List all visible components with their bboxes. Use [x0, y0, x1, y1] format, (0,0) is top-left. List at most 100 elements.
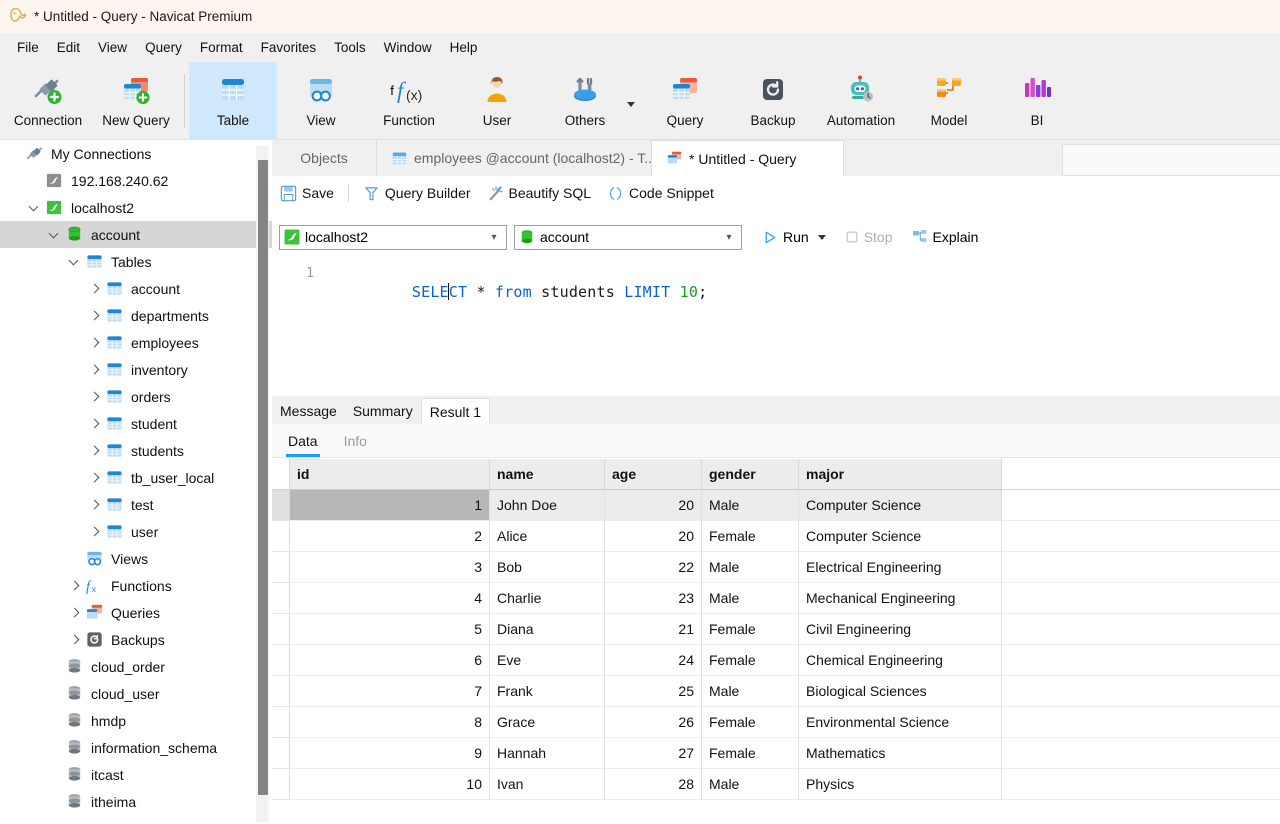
cell-name[interactable]: Charlie: [490, 583, 605, 614]
cell-age[interactable]: 26: [605, 707, 702, 738]
tree-item-user[interactable]: user: [0, 518, 272, 545]
cell-gender[interactable]: Female: [702, 738, 799, 769]
tree-item-inventory[interactable]: inventory: [0, 356, 272, 383]
cell-major[interactable]: Mechanical Engineering: [799, 583, 1002, 614]
cell-major[interactable]: Computer Science: [799, 521, 1002, 552]
tree-item-departments[interactable]: departments: [0, 302, 272, 329]
tree-item-backups[interactable]: Backups: [0, 626, 272, 653]
tree-item-localhost2[interactable]: localhost2: [0, 194, 272, 221]
table-row[interactable]: 1John Doe20MaleComputer Science: [272, 490, 1280, 521]
sql-text[interactable]: SELECT * from students LIMIT 10;: [338, 265, 707, 319]
tab-employees-table[interactable]: employees @account (localhost2) - T...: [377, 140, 652, 176]
cell-id[interactable]: 3: [290, 552, 490, 583]
tab-objects[interactable]: Objects: [272, 140, 377, 176]
toolbar-others-button[interactable]: Others: [541, 62, 629, 140]
chevron-down-icon[interactable]: [68, 255, 82, 269]
tree-item-my-connections[interactable]: My Connections: [0, 140, 272, 167]
cell-major[interactable]: Mathematics: [799, 738, 1002, 769]
tree-item-students[interactable]: students: [0, 437, 272, 464]
cell-gender[interactable]: Male: [702, 676, 799, 707]
table-row[interactable]: 10Ivan28MalePhysics: [272, 769, 1280, 800]
cell-gender[interactable]: Male: [702, 552, 799, 583]
cell-age[interactable]: 28: [605, 769, 702, 800]
cell-major[interactable]: Environmental Science: [799, 707, 1002, 738]
column-header-gender[interactable]: gender: [702, 459, 799, 490]
chevron-down-icon[interactable]: [627, 102, 635, 107]
chevron-right-icon[interactable]: [68, 606, 82, 620]
beautify-sql-button[interactable]: Beautify SQL: [479, 182, 600, 205]
row-header-cell[interactable]: [272, 769, 290, 800]
toolbar-automation-button[interactable]: Automation: [817, 62, 905, 140]
menu-favorites[interactable]: Favorites: [252, 37, 326, 58]
menu-query[interactable]: Query: [136, 37, 191, 58]
sidebar-scrollbar-thumb[interactable]: [258, 160, 268, 795]
chevron-right-icon[interactable]: [88, 390, 102, 404]
run-button[interactable]: Run: [757, 226, 832, 248]
row-header-cell[interactable]: [272, 676, 290, 707]
cell-gender[interactable]: Female: [702, 707, 799, 738]
tree-item-student[interactable]: student: [0, 410, 272, 437]
chevron-right-icon[interactable]: [88, 417, 102, 431]
cell-id[interactable]: 1: [290, 490, 490, 521]
cell-name[interactable]: Diana: [490, 614, 605, 645]
table-row[interactable]: 9Hannah27FemaleMathematics: [272, 738, 1280, 769]
save-button[interactable]: Save: [272, 182, 342, 205]
column-header-name[interactable]: name: [490, 459, 605, 490]
cell-id[interactable]: 8: [290, 707, 490, 738]
row-header-cell[interactable]: [272, 738, 290, 769]
toolbar-bi-button[interactable]: BI: [993, 62, 1081, 140]
cell-id[interactable]: 6: [290, 645, 490, 676]
sql-editor[interactable]: 1 SELECT * from students LIMIT 10;: [272, 256, 1280, 396]
tree-item-queries[interactable]: Queries: [0, 599, 272, 626]
chevron-right-icon[interactable]: [88, 444, 102, 458]
row-header-cell[interactable]: [272, 521, 290, 552]
cell-gender[interactable]: Female: [702, 521, 799, 552]
table-row[interactable]: 8Grace26FemaleEnvironmental Science: [272, 707, 1280, 738]
chevron-right-icon[interactable]: [88, 336, 102, 350]
cell-id[interactable]: 7: [290, 676, 490, 707]
cell-age[interactable]: 21: [605, 614, 702, 645]
menu-tools[interactable]: Tools: [325, 37, 375, 58]
menu-view[interactable]: View: [89, 37, 136, 58]
toolbar-function-button[interactable]: f f (x) Function: [365, 62, 453, 140]
column-header-major[interactable]: major: [799, 459, 1002, 490]
table-row[interactable]: 6Eve24FemaleChemical Engineering: [272, 645, 1280, 676]
chevron-right-icon[interactable]: [88, 525, 102, 539]
tree-item-orders[interactable]: orders: [0, 383, 272, 410]
tree-item-hmdp[interactable]: hmdp: [0, 707, 272, 734]
tree-item-cloud-order[interactable]: cloud_order: [0, 653, 272, 680]
row-header-cell[interactable]: [272, 707, 290, 738]
cell-age[interactable]: 20: [605, 490, 702, 521]
cell-id[interactable]: 4: [290, 583, 490, 614]
chevron-right-icon[interactable]: [68, 633, 82, 647]
cell-age[interactable]: 25: [605, 676, 702, 707]
tree-item-itcast[interactable]: itcast: [0, 761, 272, 788]
tree-item-tables[interactable]: Tables: [0, 248, 272, 275]
cell-major[interactable]: Electrical Engineering: [799, 552, 1002, 583]
menu-help[interactable]: Help: [441, 37, 487, 58]
result-tab-summary[interactable]: Summary: [345, 398, 421, 424]
row-header-cell[interactable]: [272, 490, 290, 521]
cell-id[interactable]: 9: [290, 738, 490, 769]
toolbar-connection-button[interactable]: Connection: [4, 62, 92, 140]
cell-id[interactable]: 2: [290, 521, 490, 552]
database-select[interactable]: account ▾: [514, 225, 742, 250]
toolbar-query-button[interactable]: Query: [641, 62, 729, 140]
connection-select[interactable]: localhost2 ▾: [279, 225, 507, 250]
chevron-right-icon[interactable]: [88, 498, 102, 512]
tree-item-192-168-240-62[interactable]: 192.168.240.62: [0, 167, 272, 194]
tree-item-test[interactable]: test: [0, 491, 272, 518]
result-tab-message[interactable]: Message: [272, 398, 345, 424]
chevron-right-icon[interactable]: [88, 471, 102, 485]
chevron-down-icon[interactable]: [818, 235, 826, 240]
toolbar-table-button[interactable]: Table: [189, 62, 277, 140]
chevron-down-icon[interactable]: [28, 201, 42, 215]
column-header-age[interactable]: age: [605, 459, 702, 490]
table-row[interactable]: 3Bob22MaleElectrical Engineering: [272, 552, 1280, 583]
chevron-right-icon[interactable]: [88, 282, 102, 296]
toolbar-view-button[interactable]: View: [277, 62, 365, 140]
tree-item-itheima[interactable]: itheima: [0, 788, 272, 815]
cell-id[interactable]: 10: [290, 769, 490, 800]
tree-item-employees[interactable]: employees: [0, 329, 272, 356]
cell-age[interactable]: 27: [605, 738, 702, 769]
